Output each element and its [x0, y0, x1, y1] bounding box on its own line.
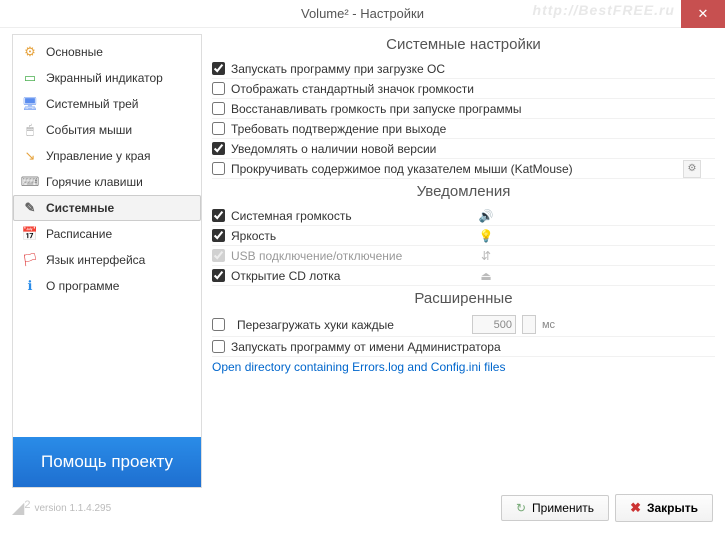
sidebar-item-9[interactable]: ℹ О программе: [13, 273, 201, 299]
sidebar-item-7[interactable]: 📅 Расписание: [13, 221, 201, 247]
content-pane: Системные настройки Запускать программу …: [206, 28, 725, 488]
sidebar-item-label: Основные: [46, 45, 103, 59]
close-icon: ✖: [630, 500, 641, 516]
watermark: http://BestFREE.ru: [533, 2, 675, 18]
sidebar-item-8[interactable]: 🏳 Язык интерфейса: [13, 247, 201, 273]
section-notifications-title: Уведомления: [212, 183, 715, 200]
close-button[interactable]: ✖ Закрыть: [615, 494, 713, 522]
system-checkbox-0[interactable]: [212, 62, 225, 75]
run-as-admin-checkbox[interactable]: [212, 340, 225, 353]
notif-row-3: Открытие CD лотка ⏏: [212, 266, 715, 286]
notif-icon: 🔊: [477, 209, 495, 223]
reload-hooks-unit: мс: [542, 319, 555, 331]
notif-icon: ⇵: [477, 249, 495, 263]
notif-label: USB подключение/отключение: [231, 249, 402, 263]
sidebar-item-label: Системный трей: [46, 97, 139, 111]
system-label: Уведомлять о наличии новой версии: [231, 142, 436, 156]
notif-checkbox-2[interactable]: [212, 249, 225, 262]
notif-row-2: USB подключение/отключение ⇵: [212, 246, 715, 266]
open-config-dir-row: Open directory containing Errors.log and…: [212, 357, 715, 377]
window-title: Volume² - Настройки: [301, 6, 424, 21]
sidebar-icon: ⚙: [22, 44, 38, 60]
sidebar-item-2[interactable]: 🖥 Системный трей: [13, 91, 201, 117]
sidebar-item-label: События мыши: [46, 123, 132, 137]
run-as-admin-label: Запускать программу от имени Администрат…: [231, 340, 501, 354]
notif-icon: ⏏: [477, 269, 495, 283]
sidebar-item-1[interactable]: ▭ Экранный индикатор: [13, 65, 201, 91]
sidebar-item-6[interactable]: ✎ Системные: [13, 195, 201, 221]
sidebar-item-0[interactable]: ⚙ Основные: [13, 39, 201, 65]
notif-icon: 💡: [477, 229, 495, 243]
system-label: Прокручивать содержимое под указателем м…: [231, 162, 573, 176]
close-window-button[interactable]: ✕: [681, 0, 725, 28]
sidebar-item-label: Экранный индикатор: [46, 71, 163, 85]
apply-button[interactable]: ↻ Применить: [501, 495, 609, 521]
system-checkbox-5[interactable]: [212, 162, 225, 175]
signal-icon: ◢: [12, 498, 24, 518]
sidebar-item-label: Расписание: [46, 227, 112, 241]
sidebar-icon: ℹ: [22, 278, 38, 294]
apply-icon: ↻: [516, 501, 526, 515]
reload-hooks-label: Перезагружать хуки каждые: [237, 318, 394, 332]
title-bar: Volume² - Настройки http://BestFREE.ru ✕: [0, 0, 725, 28]
sidebar-item-label: О программе: [46, 279, 119, 293]
sidebar-icon: ⌨: [22, 174, 38, 190]
system-label: Запускать программу при загрузке ОС: [231, 62, 445, 76]
system-checkbox-4[interactable]: [212, 142, 225, 155]
sidebar-icon: 🖱: [22, 122, 38, 138]
system-checkbox-3[interactable]: [212, 122, 225, 135]
system-label: Требовать подтверждение при выходе: [231, 122, 446, 136]
system-row-3: Требовать подтверждение при выходе: [212, 119, 715, 139]
system-checkbox-1[interactable]: [212, 82, 225, 95]
sidebar-icon: ✎: [22, 200, 38, 216]
sidebar-icon: ↘: [22, 148, 38, 164]
sidebar-icon: 📅: [22, 226, 38, 242]
reload-hooks-row: Перезагружать хуки каждые мс: [212, 313, 715, 337]
sidebar-item-label: Системные: [46, 201, 114, 215]
katmouse-settings-button[interactable]: ⚙: [683, 160, 701, 178]
system-row-4: Уведомлять о наличии новой версии: [212, 139, 715, 159]
notif-checkbox-1[interactable]: [212, 229, 225, 242]
notif-label: Яркость: [231, 229, 276, 243]
open-config-dir-link[interactable]: Open directory containing Errors.log and…: [212, 360, 505, 374]
section-system-title: Системные настройки: [212, 36, 715, 53]
sidebar-item-label: Управление у края: [46, 149, 150, 163]
reload-hooks-value[interactable]: [472, 315, 516, 334]
sidebar-icon: 🖥: [22, 96, 38, 112]
notif-checkbox-0[interactable]: [212, 209, 225, 222]
sidebar-item-label: Горячие клавиши: [46, 175, 143, 189]
sidebar: ⚙ Основные ▭ Экранный индикатор 🖥 Системный т…: [12, 34, 202, 488]
sidebar-item-3[interactable]: 🖱 События мыши: [13, 117, 201, 143]
system-row-0: Запускать программу при загрузке ОС: [212, 59, 715, 79]
section-extended-title: Расширенные: [212, 290, 715, 307]
notif-row-0: Системная громкость 🔊: [212, 206, 715, 226]
sidebar-icon: 🏳: [22, 252, 38, 268]
system-label: Восстанавливать громкость при запуске пр…: [231, 102, 522, 116]
notif-label: Открытие CD лотка: [231, 269, 340, 283]
notif-row-1: Яркость 💡: [212, 226, 715, 246]
system-checkbox-2[interactable]: [212, 102, 225, 115]
system-row-2: Восстанавливать громкость при запуске пр…: [212, 99, 715, 119]
sidebar-item-4[interactable]: ↘ Управление у края: [13, 143, 201, 169]
footer: ◢ 2 version 1.1.4.295 ↻ Применить ✖ Закр…: [0, 488, 725, 528]
system-row-1: Отображать стандартный значок громкости: [212, 79, 715, 99]
sidebar-item-label: Язык интерфейса: [46, 253, 145, 267]
notif-checkbox-3[interactable]: [212, 269, 225, 282]
sidebar-icon: ▭: [22, 70, 38, 86]
donate-banner[interactable]: Помощь проекту: [13, 437, 201, 487]
notif-label: Системная громкость: [231, 209, 352, 223]
system-row-5: Прокручивать содержимое под указателем м…: [212, 159, 715, 179]
reload-hooks-checkbox[interactable]: [212, 318, 225, 331]
system-label: Отображать стандартный значок громкости: [231, 82, 474, 96]
run-as-admin-row: Запускать программу от имени Администрат…: [212, 337, 715, 357]
sidebar-item-5[interactable]: ⌨ Горячие клавиши: [13, 169, 201, 195]
reload-hooks-spinner[interactable]: [522, 315, 536, 334]
version-label: 2 version 1.1.4.295: [24, 502, 111, 514]
